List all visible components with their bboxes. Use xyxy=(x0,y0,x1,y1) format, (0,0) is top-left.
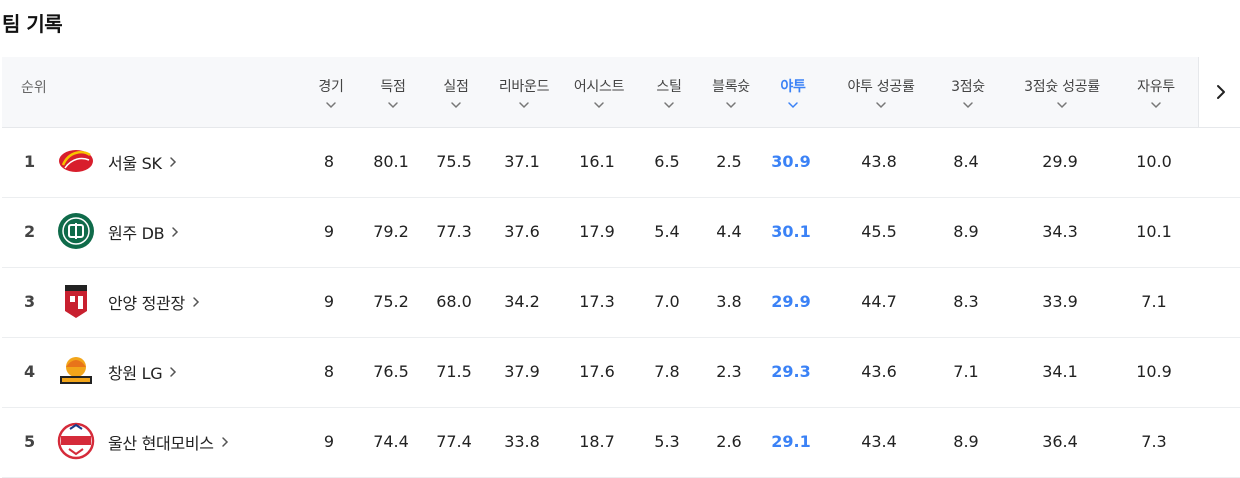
stat-cell-three_pct: 34.1 xyxy=(1042,362,1078,381)
team-name: 서울 SK xyxy=(108,154,162,173)
column-header-three_pct[interactable]: 3점슛 성공률 xyxy=(1012,57,1112,127)
table-row: 3 안양 정관장 9 75.2 68.0 34.2 17.3 7.0 3.8 29.9 44.7 8.… xyxy=(2,267,1240,338)
stat-cell-fg_pct: 43.6 xyxy=(861,362,897,381)
chevron-down-icon xyxy=(876,101,886,108)
stat-cell-fg: 30.1 xyxy=(771,222,811,241)
chevron-down-icon xyxy=(1057,101,1067,108)
stat-cell-ft: 7.1 xyxy=(1141,292,1167,311)
chevron-down-icon xyxy=(594,101,604,108)
stat-cell-three: 8.9 xyxy=(953,222,979,241)
team-link[interactable]: 창원 LG xyxy=(108,337,177,407)
team-name: 울산 현대모비스 xyxy=(108,434,214,453)
rank-cell: 2 xyxy=(24,222,36,241)
ulsan-mobis-logo xyxy=(56,421,96,461)
chevron-down-icon xyxy=(451,101,461,108)
column-header-fg_pct[interactable]: 야투 성공률 xyxy=(831,57,931,127)
column-header-label: 스틸 xyxy=(656,78,682,95)
stat-cell-fg: 29.9 xyxy=(771,292,811,311)
team-link[interactable]: 울산 현대모비스 xyxy=(108,407,229,477)
chevron-right-icon xyxy=(1217,85,1225,99)
stat-cell-fg_pct: 45.5 xyxy=(861,222,897,241)
column-header-label: 3점슛 성공률 xyxy=(1024,78,1100,95)
column-header-label: 어시스트 xyxy=(573,78,625,95)
wonju-db-logo xyxy=(56,211,96,251)
rank-cell: 1 xyxy=(24,152,36,171)
stat-cell-fg_pct: 44.7 xyxy=(861,292,897,311)
chevron-down-icon xyxy=(963,101,973,108)
table-row: 2 원주 DB 9 79.2 77.3 37.6 17.9 5.4 4.4 30.1 45.5 8.9… xyxy=(2,197,1240,268)
table-header: 순위 경기 득점 실점 리바운드 어시스트 스틸 블록슛 야투 야투 성공률 3점슛 3점슛 성공률… xyxy=(2,57,1240,128)
column-header-fg[interactable]: 야투 xyxy=(743,57,843,127)
stat-cell-ft: 10.1 xyxy=(1136,222,1172,241)
scroll-right-button[interactable] xyxy=(1198,57,1240,127)
team-name: 창원 LG xyxy=(108,364,163,383)
table-row: 5 울산 현대모비스 9 74.4 77.4 33.8 18.7 5.3 2.6 29.1 43.4… xyxy=(2,407,1240,478)
column-header-label: 경기 xyxy=(318,78,344,95)
team-link[interactable]: 원주 DB xyxy=(108,197,179,267)
seoul-sk-logo xyxy=(56,141,96,181)
column-header-label: 자유투 xyxy=(1137,78,1175,95)
chevron-down-icon xyxy=(726,101,736,108)
stat-cell-fg: 30.9 xyxy=(771,152,811,171)
stat-cell-three: 8.9 xyxy=(953,432,979,451)
column-header-label: 야투 성공률 xyxy=(847,78,915,95)
stat-cell-fg_pct: 43.8 xyxy=(861,152,897,171)
chevron-down-icon xyxy=(388,101,398,108)
stat-cell-three_pct: 36.4 xyxy=(1042,432,1078,451)
table-row: 4 창원 LG 8 76.5 71.5 37.9 17.6 7.8 2.3 29.3 43.6 7.1… xyxy=(2,337,1240,408)
chevron-right-icon xyxy=(221,437,228,447)
chevron-right-icon xyxy=(172,227,179,237)
stat-cell-three_pct: 34.3 xyxy=(1042,222,1078,241)
team-link[interactable]: 서울 SK xyxy=(108,127,177,197)
column-header-label: 야투 xyxy=(780,78,806,95)
stat-cell-ft: 10.0 xyxy=(1136,152,1172,171)
team-name: 원주 DB xyxy=(108,224,165,243)
chevron-down-icon xyxy=(519,101,529,108)
column-header-three[interactable]: 3점슛 xyxy=(918,57,1018,127)
rank-cell: 4 xyxy=(24,362,36,381)
changwon-lg-logo xyxy=(56,351,96,391)
rank-header[interactable]: 순위 xyxy=(21,57,47,127)
column-header-label: 3점슛 xyxy=(951,78,985,95)
chevron-down-icon xyxy=(788,101,798,108)
stat-cell-fg_pct: 43.4 xyxy=(861,432,897,451)
stat-cell-fg: 29.3 xyxy=(771,362,811,381)
rank-cell: 5 xyxy=(24,432,36,451)
chevron-down-icon xyxy=(664,101,674,108)
column-header-ft[interactable]: 자유투 xyxy=(1106,57,1206,127)
column-header-label: 실점 xyxy=(443,78,469,95)
rank-cell: 3 xyxy=(24,292,36,311)
anyang-jkj-logo xyxy=(56,281,96,321)
team-name: 안양 정관장 xyxy=(108,294,185,313)
stat-cell-three: 7.1 xyxy=(953,362,979,381)
stat-cell-three: 8.4 xyxy=(953,152,979,171)
column-header-label: 리바운드 xyxy=(498,78,550,95)
chevron-down-icon xyxy=(1151,101,1161,108)
column-header-label: 득점 xyxy=(380,78,406,95)
stat-cell-three_pct: 33.9 xyxy=(1042,292,1078,311)
chevron-right-icon xyxy=(169,157,176,167)
team-link[interactable]: 안양 정관장 xyxy=(108,267,200,337)
chevron-right-icon xyxy=(170,367,177,377)
stat-cell-fg: 29.1 xyxy=(771,432,811,451)
table-row: 1 서울 SK 8 80.1 75.5 37.1 16.1 6.5 2.5 30.9 43.8 8.4… xyxy=(2,127,1240,198)
stat-cell-three_pct: 29.9 xyxy=(1042,152,1078,171)
stat-cell-ft: 7.3 xyxy=(1141,432,1167,451)
chevron-down-icon xyxy=(326,101,336,108)
stat-cell-ft: 10.9 xyxy=(1136,362,1172,381)
stat-cell-three: 8.3 xyxy=(953,292,979,311)
chevron-right-icon xyxy=(193,297,199,307)
page-title: 팀 기록 xyxy=(2,12,63,36)
